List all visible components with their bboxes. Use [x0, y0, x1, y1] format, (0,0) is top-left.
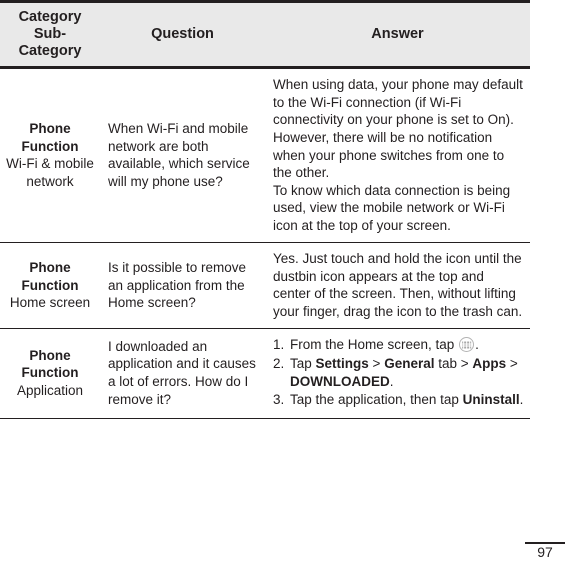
- header-row: Category Sub- Category Question Answer: [0, 0, 530, 70]
- app-drawer-icon: [459, 337, 475, 353]
- plain-text: Tap: [290, 355, 316, 371]
- category-header-line3: Category: [18, 43, 82, 60]
- step-text-after-icon: .: [475, 337, 479, 353]
- faq-table: Category Sub- Category Question Answer P…: [0, 0, 530, 419]
- plain-text: >: [506, 355, 518, 371]
- category-main-label: Phone Function: [21, 347, 79, 381]
- table-header: Category Sub- Category Question Answer: [0, 0, 530, 70]
- category-cell: Phone Function Home screen: [0, 242, 100, 330]
- step-number: 1.: [273, 337, 285, 353]
- answer-cell: Yes. Just touch and hold the icon until …: [265, 242, 530, 330]
- list-item: 3. Tap the application, then tap Uninstal…: [273, 391, 524, 409]
- step-text-before-icon: From the Home screen, tap: [290, 337, 459, 353]
- plain-text: .: [389, 373, 394, 389]
- answer-cell: When using data, your phone may default …: [265, 67, 530, 244]
- category-sub-label: Application: [16, 382, 84, 398]
- category-header-line1: Category: [18, 9, 82, 25]
- list-item: 1. From the Home screen, tap .: [273, 336, 524, 354]
- plain-text: tab >: [434, 355, 473, 371]
- category-sub-label: Home screen: [9, 295, 91, 311]
- category-main-label: Phone Function: [21, 260, 79, 293]
- category-cell: Phone Function Wi-Fi & mobile network: [0, 67, 100, 244]
- step-number: 3.: [273, 392, 285, 408]
- question-cell: Is it possible to remove an application …: [100, 242, 265, 330]
- table-body: Phone Function Wi-Fi & mobile network Wh…: [0, 67, 530, 419]
- column-header-question: Question: [100, 0, 265, 70]
- manual-page: Category Sub- Category Question Answer P…: [0, 0, 565, 566]
- table-row: Phone Function Application I downloaded …: [0, 328, 530, 419]
- step-segments: Tap Settings > General tab > Apps > DOWN…: [290, 356, 518, 389]
- page-number: 97: [537, 543, 553, 560]
- bold-term: Settings: [315, 355, 369, 371]
- table-row: Phone Function Wi-Fi & mobile network Wh…: [0, 67, 530, 244]
- answer-paragraph: When using data, your phone may default …: [273, 77, 523, 181]
- answer-paragraph: To know which data connection is being u…: [273, 182, 511, 233]
- list-item: 2. Tap Settings > General tab > Apps > DO…: [273, 355, 524, 390]
- question-cell: I downloaded an application and it cause…: [100, 328, 265, 419]
- plain-text: .: [519, 392, 524, 408]
- bold-term: Uninstall: [462, 392, 520, 408]
- step-segments: Tap the application, then tap Uninstall.: [290, 392, 523, 407]
- column-header-answer: Answer: [265, 0, 530, 70]
- category-sub-label: Wi-Fi & mobile network: [6, 156, 94, 189]
- page-footer: 97: [487, 541, 565, 560]
- answer-cell: 1. From the Home screen, tap . 2. Tap Sett…: [265, 328, 530, 419]
- plain-text: >: [368, 355, 385, 371]
- category-cell: Phone Function Application: [0, 328, 100, 419]
- category-header-line2: Sub-: [33, 26, 67, 43]
- column-header-category: Category Sub- Category: [0, 0, 100, 70]
- table-row: Phone Function Home screen Is it possibl…: [0, 242, 530, 330]
- plain-text: Tap the application, then tap: [290, 392, 463, 408]
- step-number: 2.: [273, 355, 285, 371]
- bold-term: General: [384, 355, 435, 371]
- answer-paragraph: Yes. Just touch and hold the icon until …: [273, 251, 523, 319]
- bold-term: Apps: [472, 355, 507, 371]
- question-cell: When Wi-Fi and mobile network are both a…: [100, 67, 265, 244]
- bold-term: DOWNLOADED: [290, 373, 390, 389]
- answer-step-list: 1. From the Home screen, tap . 2. Tap Sett…: [273, 336, 524, 408]
- category-main-label: Phone Function: [21, 121, 79, 154]
